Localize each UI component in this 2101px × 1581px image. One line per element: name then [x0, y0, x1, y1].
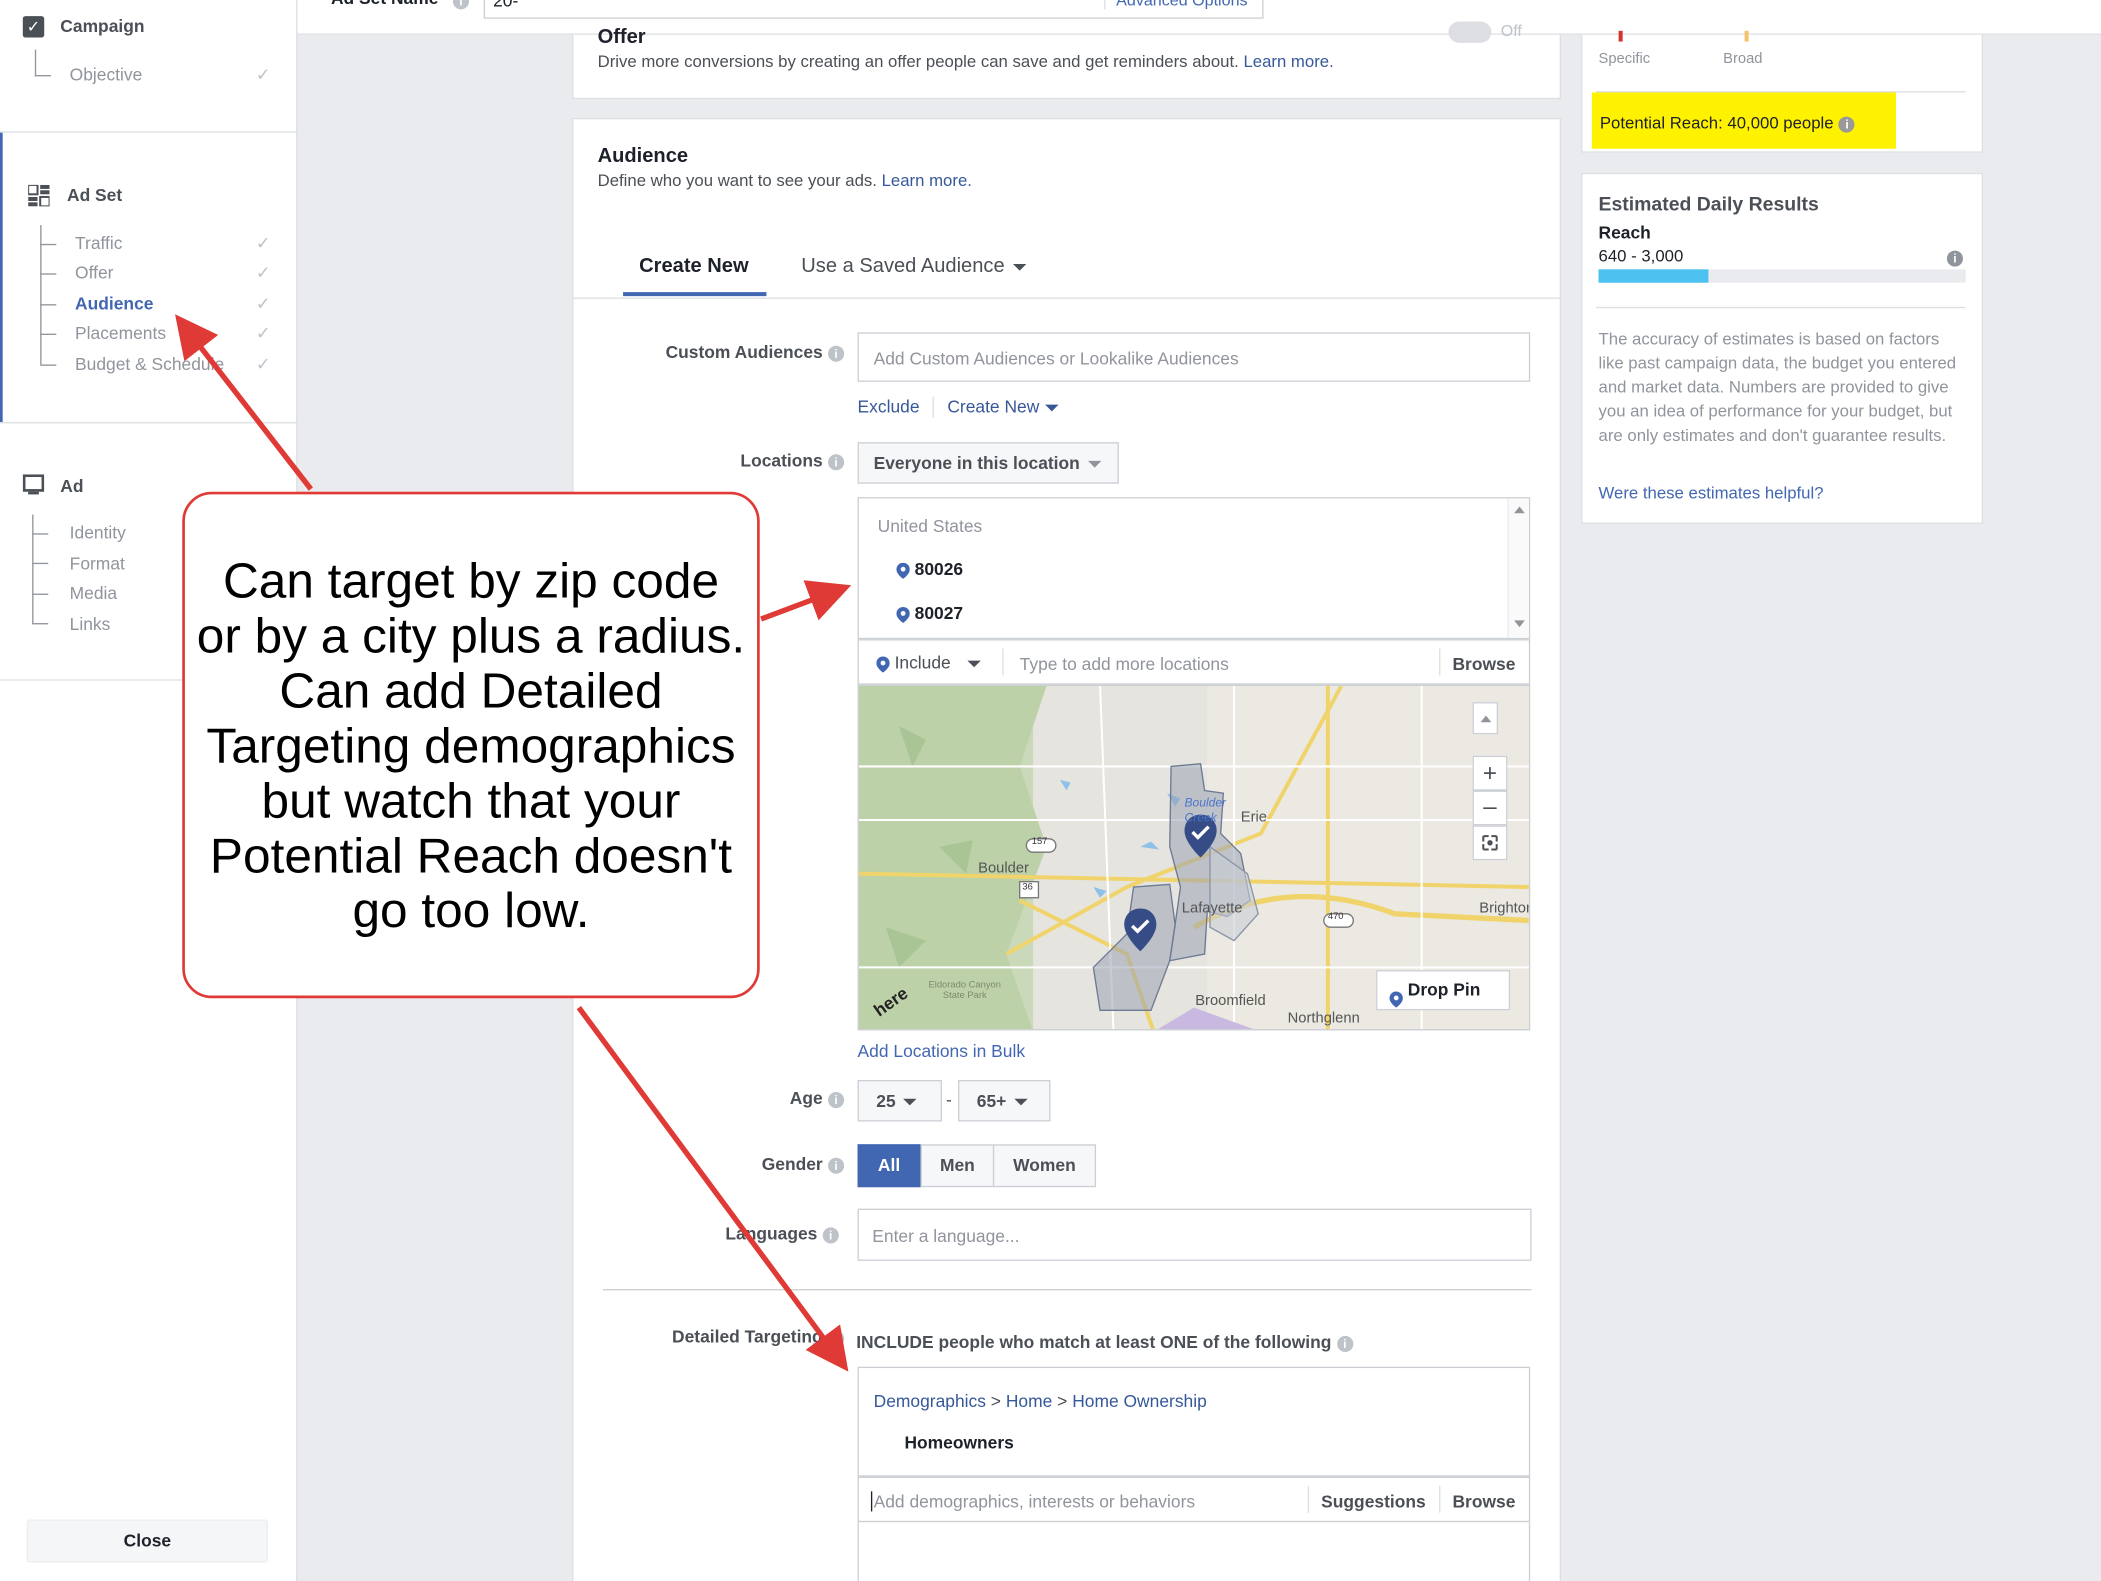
- arrow-to-audience: [175, 314, 313, 491]
- arrow-to-locations: [760, 580, 852, 622]
- annotation-callout: Can target by zip code or by a city plus…: [182, 491, 760, 999]
- callout-text: Can target by zip code or by a city plus…: [196, 553, 746, 938]
- arrow-to-detailed-targeting: [576, 1006, 849, 1372]
